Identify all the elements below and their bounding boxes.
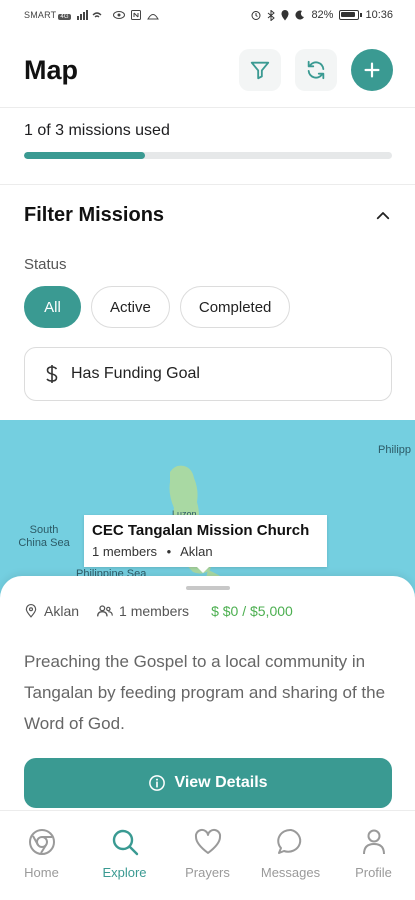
people-icon xyxy=(97,605,113,617)
info-icon xyxy=(149,775,166,791)
android-icon xyxy=(146,14,159,20)
filter-header[interactable]: Filter Missions xyxy=(24,204,392,227)
nav-messages[interactable]: Messages xyxy=(249,811,332,900)
home-icon xyxy=(28,829,55,855)
eye-icon xyxy=(112,11,125,19)
refresh-button[interactable] xyxy=(295,49,337,91)
refresh-icon xyxy=(307,60,325,80)
alarm-icon xyxy=(251,11,261,20)
usage-progress-bar xyxy=(24,152,392,159)
nav-home-label: Home xyxy=(24,865,59,880)
status-chips: All Active Completed xyxy=(24,286,291,328)
plus-icon xyxy=(364,62,380,78)
nav-messages-label: Messages xyxy=(260,865,321,880)
moon-icon xyxy=(295,10,305,20)
chip-completed[interactable]: Completed xyxy=(179,286,291,328)
page-title: Map xyxy=(24,54,78,85)
nav-explore-label: Explore xyxy=(102,865,147,880)
location-pin-icon xyxy=(25,604,37,618)
dollar-icon xyxy=(46,365,58,383)
usage-divider xyxy=(0,184,415,185)
meta-location: Aklan xyxy=(24,603,79,619)
search-icon xyxy=(112,829,138,856)
tooltip-subtitle: 1 members • Aklan xyxy=(92,544,213,559)
usage-text: 1 of 3 missions used xyxy=(24,122,170,139)
header-divider xyxy=(0,107,415,108)
meta-funding: $ $0 / $5,000 xyxy=(211,603,293,619)
mission-meta: Aklan 1 members $ $0 / $5,000 xyxy=(24,603,392,619)
filter-title: Filter Missions xyxy=(24,204,165,226)
nav-home[interactable]: Home xyxy=(0,811,83,900)
location-icon xyxy=(281,9,289,20)
nav-profile[interactable]: Profile xyxy=(332,811,415,900)
chip-active[interactable]: Active xyxy=(91,286,170,328)
nav-prayers-label: Prayers xyxy=(185,865,230,880)
mission-usage: 1 of 3 missions used xyxy=(24,122,392,159)
add-mission-button[interactable] xyxy=(351,49,393,91)
view-details-button[interactable]: View Details xyxy=(24,758,392,808)
status-bar: SMART 4G 82% 10:36 xyxy=(0,0,415,30)
nfc-icon xyxy=(130,10,141,20)
nav-explore[interactable]: Explore xyxy=(83,811,166,900)
nav-profile-label: Profile xyxy=(355,865,392,880)
mission-bottom-sheet: Aklan 1 members $ $0 / $5,000 Preaching … xyxy=(0,576,415,810)
map-label-philippines: Philipp xyxy=(378,444,412,456)
meta-members: 1 members xyxy=(97,603,189,619)
mission-description: Preaching the Gospel to a local communit… xyxy=(24,652,386,733)
view-details-label: View Details xyxy=(174,774,268,791)
funding-goal-filter[interactable]: Has Funding Goal xyxy=(24,347,392,401)
chat-icon xyxy=(276,828,301,854)
heart-icon xyxy=(194,828,221,854)
chevron-up-icon[interactable] xyxy=(374,207,392,225)
clock: 10:36 xyxy=(365,9,393,21)
status-label: Status xyxy=(24,256,67,273)
signal-icon xyxy=(76,10,102,20)
map-label-south-china-sea: South China Sea xyxy=(18,524,70,549)
chip-all[interactable]: All xyxy=(24,286,81,328)
usage-progress-fill xyxy=(24,152,146,159)
bluetooth-icon xyxy=(268,9,276,21)
bottom-navigation: Home Explore Prayers Messages Profile xyxy=(0,810,415,900)
tooltip-title: CEC Tangalan Mission Church xyxy=(92,522,310,539)
filter-button[interactable] xyxy=(239,49,281,91)
funding-goal-label: Has Funding Goal xyxy=(71,365,200,382)
header: Map xyxy=(0,40,415,100)
person-icon xyxy=(362,829,385,855)
battery-percent: 82% xyxy=(311,9,334,21)
nav-prayers[interactable]: Prayers xyxy=(166,811,249,900)
battery-icon xyxy=(339,10,363,20)
filter-icon xyxy=(250,61,270,80)
map-marker-tooltip[interactable]: CEC Tangalan Mission Church 1 members • … xyxy=(84,515,327,573)
carrier-label: SMART 4G xyxy=(24,10,71,20)
sheet-drag-handle[interactable] xyxy=(186,586,230,590)
